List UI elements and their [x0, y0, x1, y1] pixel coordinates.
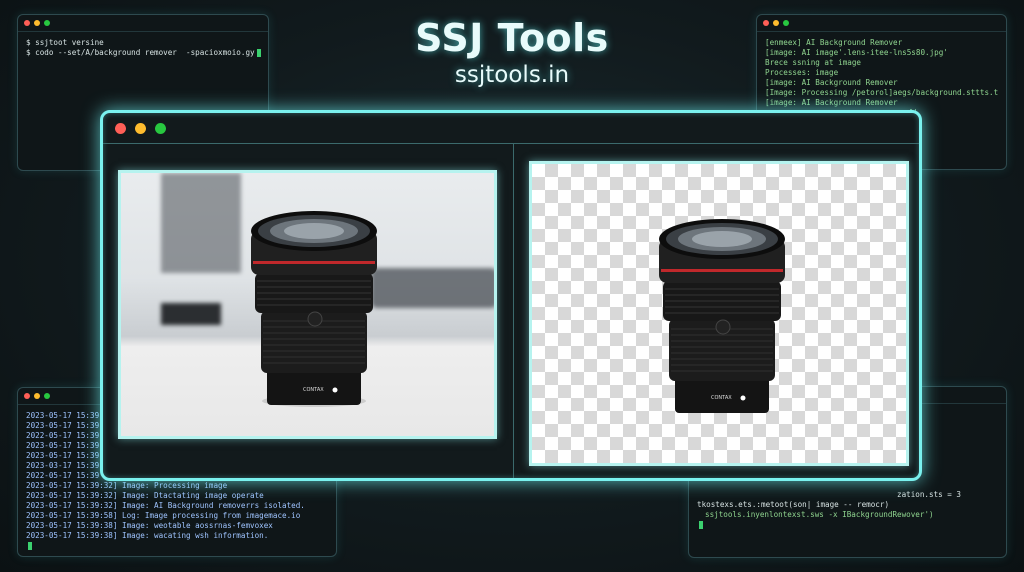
log-line: 2023-05-17 15:39:32] Image: Processing i…: [26, 481, 228, 490]
minimize-dot-icon[interactable]: [34, 393, 40, 399]
lens-brand-label: CONTAX: [303, 387, 324, 393]
close-dot-icon[interactable]: [115, 122, 126, 134]
terminal-line: [Image: Processing /petorol]aegs/backgro…: [765, 88, 999, 97]
log-line: 2023-05-17 15:39:32] Image: AI Backgroun…: [26, 501, 305, 510]
site-url: ssjtools.in: [454, 62, 570, 88]
window-titlebar: [103, 113, 919, 144]
result-image-panel[interactable]: CONTAX: [529, 161, 909, 466]
maximize-dot-icon[interactable]: [44, 393, 50, 399]
terminal-line: [image: AI Background Remover: [765, 98, 898, 107]
log-line: [26, 541, 328, 551]
speaker-shape: [161, 303, 221, 325]
cursor-block: [699, 521, 703, 529]
log-line: 2023-05-17 15:39:58] Log: Image processi…: [26, 511, 301, 520]
camera-lens-image: CONTAX: [251, 211, 377, 407]
minimize-dot-icon[interactable]: [135, 122, 146, 134]
terminal-line: [697, 520, 998, 530]
window-frame-shape: [161, 173, 241, 273]
original-image-panel[interactable]: CONTAX: [118, 170, 497, 439]
page-title: SSJ Tools: [415, 16, 609, 60]
close-dot-icon[interactable]: [24, 393, 30, 399]
terminal-line: zation.sts = 3: [897, 490, 962, 499]
terminal-line: ssjtools.inyenlontexst.sws -x IBackgroun…: [705, 510, 934, 519]
camera-lens-cutout: CONTAX: [659, 219, 785, 413]
terminal-line: tkostexs.ets.:metoot(son| image -- remoc…: [697, 500, 890, 509]
maximize-dot-icon[interactable]: [155, 122, 166, 134]
comparison-window: CONTAX CONTAX: [100, 110, 922, 481]
log-line: 2023-05-17 15:39:32] Image: Dtactating i…: [26, 491, 264, 500]
lens-brand-label: CONTAX: [711, 395, 732, 401]
log-line: 2023-05-17 15:39:38] Image: weotable aos…: [26, 521, 273, 530]
sofa-shape: [371, 268, 494, 308]
log-line: 2023-05-17 15:39:38] Image: wacating wsh…: [26, 531, 269, 540]
panel-divider: [513, 144, 514, 478]
cursor-block: [28, 542, 32, 550]
